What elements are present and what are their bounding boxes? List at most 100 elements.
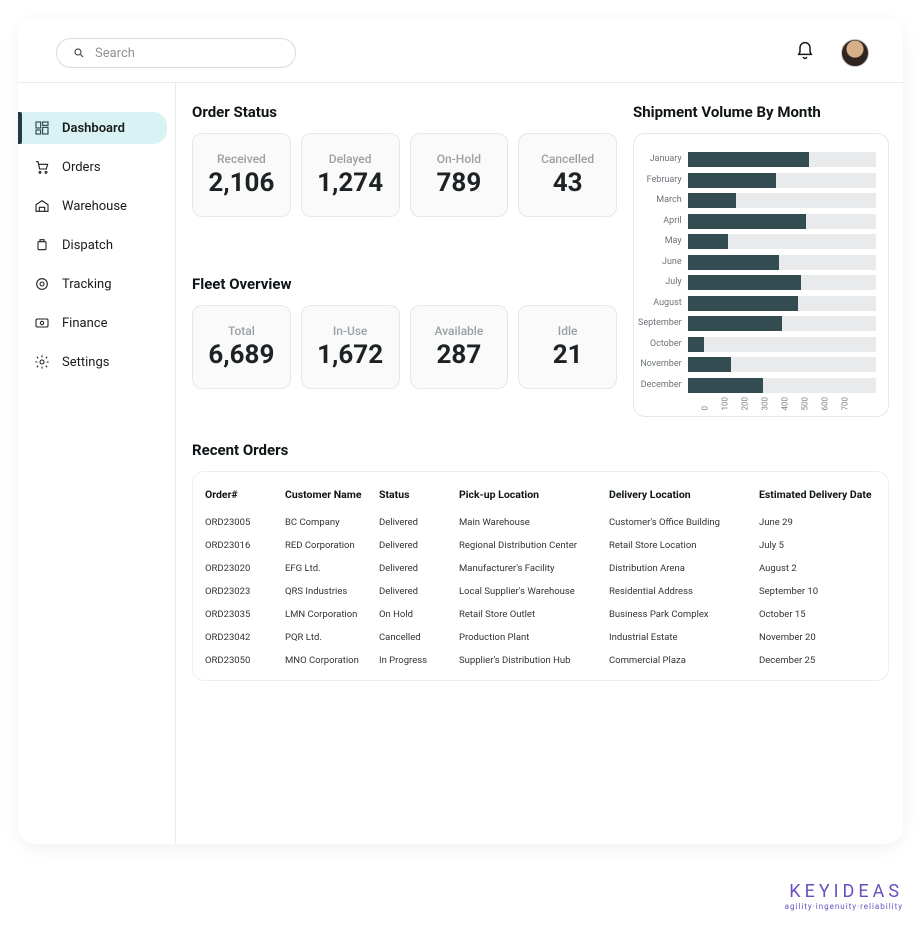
fleet-card: Available287 — [410, 305, 509, 389]
card-value: 287 — [436, 340, 481, 370]
table-header: Delivery Location — [609, 488, 759, 501]
table-cell: In Progress — [379, 655, 459, 666]
chart-y-label: August — [653, 296, 681, 311]
chart-y-label: October — [650, 337, 682, 352]
table-cell: EFG Ltd. — [285, 563, 379, 574]
table-cell: MNO Corporation — [285, 655, 379, 666]
sidebar-item-settings[interactable]: Settings — [18, 346, 167, 378]
search-icon — [73, 47, 85, 59]
table-cell: Local Supplier's Warehouse — [459, 586, 609, 597]
table-cell: Retail Store Outlet — [459, 609, 609, 620]
sidebar-item-dashboard[interactable]: Dashboard — [18, 112, 167, 144]
search-placeholder: Search — [95, 46, 135, 61]
fleet-card: In-Use1,672 — [301, 305, 400, 389]
table-row[interactable]: ORD23016RED CorporationDeliveredRegional… — [203, 534, 878, 557]
tracking-icon — [34, 276, 50, 292]
chart-x-tick: 700 — [841, 396, 850, 410]
chart-bar — [688, 255, 876, 270]
table-cell: Customer's Office Building — [609, 517, 759, 528]
sidebar-item-label: Dashboard — [62, 121, 125, 136]
table-row[interactable]: ORD23023QRS IndustriesDeliveredLocal Sup… — [203, 580, 878, 603]
table-row[interactable]: ORD23020EFG Ltd.DeliveredManufacturer's … — [203, 557, 878, 580]
order-status-title: Order Status — [192, 103, 617, 121]
table-cell: ORD23016 — [205, 540, 285, 551]
fleet-card: Idle 21 — [518, 305, 617, 389]
order-status-card: Received2,106 — [192, 133, 291, 217]
dashboard-icon — [34, 120, 50, 136]
table-cell: Manufacturer's Facility — [459, 563, 609, 574]
chart-y-label: March — [656, 193, 681, 208]
table-cell: Main Warehouse — [459, 517, 609, 528]
chart-bar — [688, 296, 876, 311]
table-cell: LMN Corporation — [285, 609, 379, 620]
order-status-card: Delayed1,274 — [301, 133, 400, 217]
chart-bar — [688, 378, 876, 393]
sidebar-item-label: Warehouse — [62, 199, 127, 214]
chart-x-tick: 100 — [721, 396, 730, 410]
search-input[interactable]: Search — [56, 38, 296, 68]
chart-y-label: December — [641, 378, 682, 393]
order-status-card: Cancelled43 — [518, 133, 617, 217]
chart-bar — [688, 316, 876, 331]
card-label: Total — [228, 324, 255, 338]
chart-y-label: February — [647, 173, 682, 188]
cart-icon — [34, 159, 50, 175]
order-status-cards: Received2,106Delayed1,274On-Hold789Cance… — [192, 133, 617, 217]
table-cell: June 29 — [759, 517, 876, 528]
table-row[interactable]: ORD23042PQR Ltd.CancelledProduction Plan… — [203, 626, 878, 649]
table-header: Status — [379, 488, 459, 501]
table-cell: Regional Distribution Center — [459, 540, 609, 551]
chart-y-label: September — [638, 316, 682, 331]
table-cell: October 15 — [759, 609, 876, 620]
table-cell: Industrial Estate — [609, 632, 759, 643]
table-cell: Distribution Arena — [609, 563, 759, 574]
table-header: Customer Name — [285, 488, 379, 501]
card-value: 1,274 — [317, 168, 383, 198]
fleet-card: Total 6,689 — [192, 305, 291, 389]
card-label: Idle — [558, 324, 578, 338]
table-cell: ORD23005 — [205, 517, 285, 528]
card-value: 21 — [553, 340, 583, 370]
dispatch-icon — [34, 237, 50, 253]
table-cell: August 2 — [759, 563, 876, 574]
avatar[interactable] — [841, 39, 869, 67]
table-cell: Delivered — [379, 517, 459, 528]
chart-y-label: June — [662, 255, 682, 270]
sidebar-item-orders[interactable]: Orders — [18, 151, 167, 183]
card-value: 789 — [436, 168, 481, 198]
chart-x-tick: 600 — [821, 396, 830, 410]
chart-y-label: April — [663, 214, 681, 229]
table-header: Pick-up Location — [459, 488, 609, 501]
chart-x-tick: 400 — [781, 396, 790, 410]
fleet-cards: Total 6,689 In-Use1,672Available287 Idle 21 — [192, 305, 617, 389]
table-cell: On Hold — [379, 609, 459, 620]
table-cell: Supplier's Distribution Hub — [459, 655, 609, 666]
table-cell: ORD23042 — [205, 632, 285, 643]
bell-icon — [795, 40, 815, 62]
sidebar-item-tracking[interactable]: Tracking — [18, 268, 167, 300]
sidebar-item-finance[interactable]: Finance — [18, 307, 167, 339]
table-cell: July 5 — [759, 540, 876, 551]
chart-x-tick: 500 — [801, 396, 810, 410]
table-row[interactable]: ORD23035LMN CorporationOn HoldRetail Sto… — [203, 603, 878, 626]
chart-bar — [688, 152, 876, 167]
sidebar-item-label: Settings — [62, 355, 109, 370]
sidebar-item-label: Dispatch — [62, 238, 113, 253]
table-cell: December 25 — [759, 655, 876, 666]
table-cell: Production Plant — [459, 632, 609, 643]
table-cell: BC Company — [285, 517, 379, 528]
table-cell: Business Park Complex — [609, 609, 759, 620]
chart-y-label: July — [665, 275, 681, 290]
sidebar-item-warehouse[interactable]: Warehouse — [18, 190, 167, 222]
notifications-button[interactable] — [795, 40, 815, 66]
chart-bar — [688, 214, 876, 229]
sidebar-item-label: Finance — [62, 316, 107, 331]
table-row[interactable]: ORD23005BC CompanyDeliveredMain Warehous… — [203, 511, 878, 534]
table-cell: ORD23035 — [205, 609, 285, 620]
table-cell: September 10 — [759, 586, 876, 597]
table-row[interactable]: ORD23050MNO CorporationIn ProgressSuppli… — [203, 649, 878, 672]
table-cell: QRS Industries — [285, 586, 379, 597]
card-value: 6,689 — [208, 340, 274, 370]
chart-x-tick: 200 — [741, 396, 750, 410]
sidebar-item-dispatch[interactable]: Dispatch — [18, 229, 167, 261]
